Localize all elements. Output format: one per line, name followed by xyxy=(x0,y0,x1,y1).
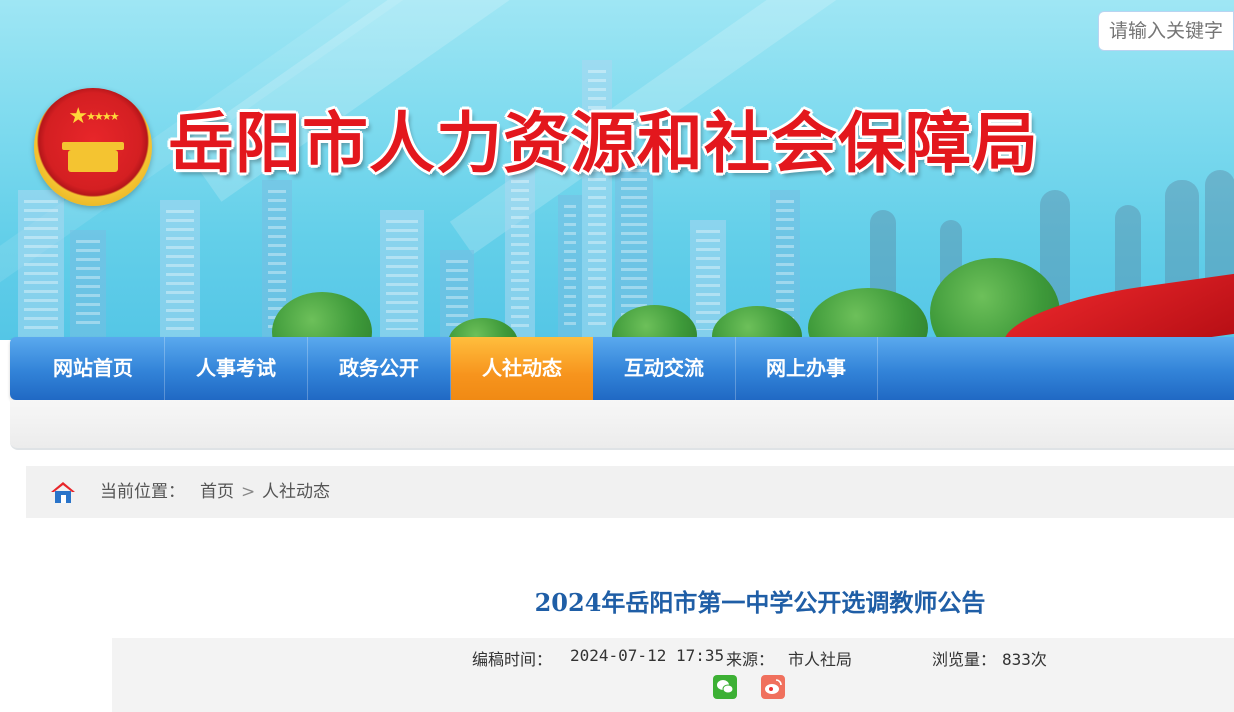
building-graphic xyxy=(70,230,106,340)
edit-time-value: 2024-07-12 17:35 xyxy=(570,646,725,665)
home-icon xyxy=(51,482,75,503)
building-graphic xyxy=(380,210,424,340)
sub-nav-bar xyxy=(10,400,1234,450)
nav-item-personnel-exam[interactable]: 人事考试 xyxy=(165,337,308,400)
breadcrumb-separator: > xyxy=(241,482,256,502)
nav-item-home[interactable]: 网站首页 xyxy=(22,337,165,400)
edit-time-label: 编稿时间： xyxy=(472,650,553,669)
building-graphic xyxy=(505,170,535,340)
breadcrumb-label: 当前位置： xyxy=(100,482,185,502)
building-graphic xyxy=(18,190,64,340)
building-graphic xyxy=(160,200,200,340)
nav-item-interaction[interactable]: 互动交流 xyxy=(593,337,736,400)
breadcrumb-home-link[interactable]: 首页 xyxy=(200,466,234,518)
weibo-icon[interactable] xyxy=(761,675,785,699)
views-value: 833次 xyxy=(1002,650,1047,669)
nav-item-government-affairs[interactable]: 政务公开 xyxy=(308,337,451,400)
wechat-icon[interactable] xyxy=(713,675,737,699)
main-nav: 网站首页 人事考试 政务公开 人社动态 互动交流 网上办事 xyxy=(10,337,1234,400)
national-emblem-logo: ★★★★★ xyxy=(34,88,152,206)
article-title: 2024年岳阳市第一中学公开选调教师公告 xyxy=(534,588,986,617)
nav-item-hr-news[interactable]: 人社动态 xyxy=(451,337,593,400)
source-label: 来源： xyxy=(726,650,775,669)
article-meta-bar: 编稿时间： 2024-07-12 17:35 来源： 市人社局 浏览量： 833… xyxy=(112,638,1234,712)
site-banner: ★★★★★ 岳阳市人力资源和社会保障局 xyxy=(0,0,1234,340)
breadcrumb-current-link[interactable]: 人社动态 xyxy=(262,466,330,518)
site-title: 岳阳市人力资源和社会保障局 xyxy=(168,104,1039,182)
building-graphic xyxy=(558,195,582,340)
tree-graphic xyxy=(808,288,928,340)
building-graphic xyxy=(582,60,612,340)
views-label: 浏览量： xyxy=(932,650,997,669)
source-value: 市人社局 xyxy=(788,650,853,669)
breadcrumb: 当前位置： 首页 > 人社动态 xyxy=(26,466,1234,518)
search-input[interactable] xyxy=(1098,11,1234,51)
nav-item-online-services[interactable]: 网上办事 xyxy=(735,337,878,400)
